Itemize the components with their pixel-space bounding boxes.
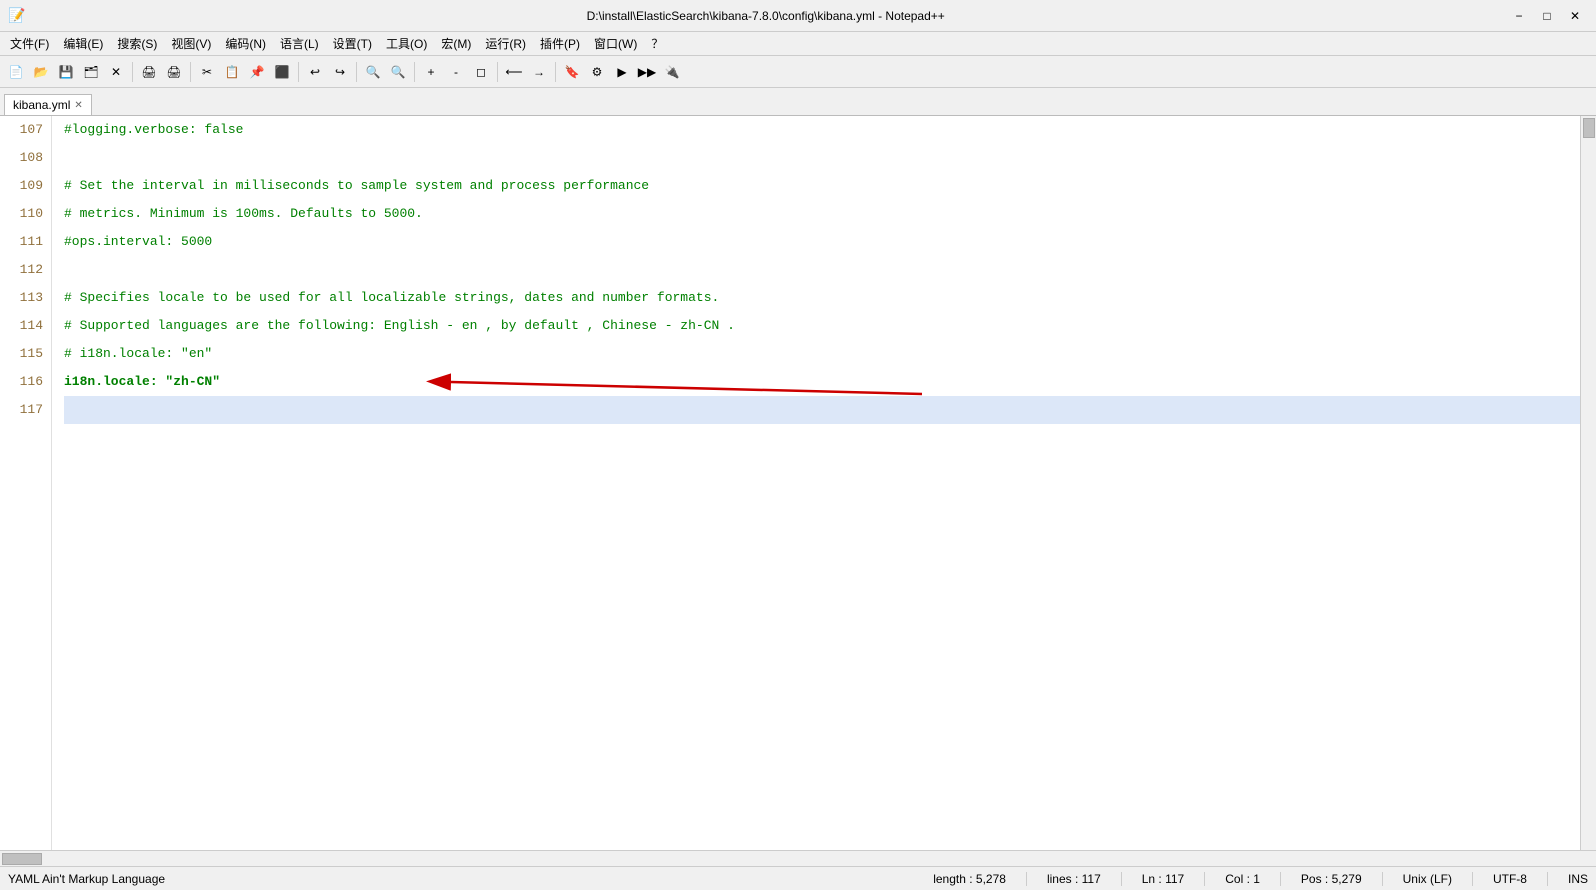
tab-bar: kibana.yml ✕: [0, 88, 1596, 116]
code-line: # Specifies locale to be used for all lo…: [64, 284, 1580, 312]
code-line: # Set the interval in milliseconds to sa…: [64, 172, 1580, 200]
menu-bar: 文件(F) 编辑(E) 搜索(S) 视图(V) 编码(N) 语言(L) 设置(T…: [0, 32, 1596, 56]
toolbar-print[interactable]: 🖨: [137, 60, 161, 84]
toolbar-indent[interactable]: →: [527, 60, 551, 84]
menu-encoding[interactable]: 编码(N): [219, 33, 272, 54]
toolbar-run2[interactable]: ▶▶: [635, 60, 659, 84]
code-line: [64, 396, 1580, 424]
menu-edit[interactable]: 编辑(E): [57, 33, 109, 54]
toolbar-find[interactable]: 🔍: [361, 60, 385, 84]
toolbar-zoom-out[interactable]: -: [444, 60, 468, 84]
line-number: 117: [4, 396, 43, 424]
code-line: [64, 144, 1580, 172]
code-line: [64, 256, 1580, 284]
toolbar-sep-6: [497, 62, 498, 82]
toolbar-print-now[interactable]: 🖨: [162, 60, 186, 84]
line-numbers: 107108109110111112113114115116117: [0, 116, 52, 850]
tab-close-button[interactable]: ✕: [74, 100, 82, 111]
toolbar-macros[interactable]: ⚙: [585, 60, 609, 84]
editor-area: 107108109110111112113114115116117 #loggi…: [0, 116, 1596, 850]
toolbar-sep-5: [414, 62, 415, 82]
code-line: #ops.interval: 5000: [64, 228, 1580, 256]
line-number: 111: [4, 228, 43, 256]
line-number: 108: [4, 144, 43, 172]
horizontal-scrollbar[interactable]: [0, 850, 1596, 866]
code-line: # i18n.locale: "en": [64, 340, 1580, 368]
toolbar: 📄 📂 💾 🗂 ✕ 🖨 🖨 ✂ 📋 📌 ⬛ ↩ ↪ 🔍 🔍 + - ◻ ⟵ → …: [0, 56, 1596, 88]
toolbar-save-all[interactable]: 🗂: [79, 60, 103, 84]
line-number: 116: [4, 368, 43, 396]
toolbar-bookmarks[interactable]: 🔖: [560, 60, 584, 84]
menu-window[interactable]: 窗口(W): [588, 33, 643, 54]
scrollbar-thumb[interactable]: [1583, 118, 1595, 138]
menu-help[interactable]: ？: [645, 33, 669, 54]
menu-plugins[interactable]: 插件(P): [534, 33, 586, 54]
line-number: 112: [4, 256, 43, 284]
code-line: # metrics. Minimum is 100ms. Defaults to…: [64, 200, 1580, 228]
line-number: 110: [4, 200, 43, 228]
title-bar: 📝 D:\install\ElasticSearch\kibana-7.8.0\…: [0, 0, 1596, 32]
status-bar: YAML Ain't Markup Language length : 5,27…: [0, 866, 1596, 890]
toolbar-select-all[interactable]: ⬛: [270, 60, 294, 84]
toolbar-redo[interactable]: ↪: [328, 60, 352, 84]
toolbar-plugin[interactable]: 🔌: [660, 60, 684, 84]
toolbar-wrap[interactable]: ⟵: [502, 60, 526, 84]
tab-label: kibana.yml: [13, 98, 70, 112]
line-number: 114: [4, 312, 43, 340]
toolbar-zoom-in[interactable]: +: [419, 60, 443, 84]
toolbar-run[interactable]: ▶: [610, 60, 634, 84]
toolbar-undo[interactable]: ↩: [303, 60, 327, 84]
code-area[interactable]: #logging.verbose: false # Set the interva…: [52, 116, 1580, 850]
minimize-button[interactable]: −: [1506, 4, 1532, 28]
code-line: #logging.verbose: false: [64, 116, 1580, 144]
menu-view[interactable]: 视图(V): [165, 33, 217, 54]
toolbar-sep-3: [298, 62, 299, 82]
maximize-button[interactable]: □: [1534, 4, 1560, 28]
scrollbar-h-thumb[interactable]: [2, 853, 42, 865]
toolbar-find-replace[interactable]: 🔍: [386, 60, 410, 84]
toolbar-new[interactable]: 📄: [4, 60, 28, 84]
title-bar-text: D:\install\ElasticSearch\kibana-7.8.0\co…: [25, 9, 1506, 23]
menu-macro[interactable]: 宏(M): [435, 33, 477, 54]
toolbar-save[interactable]: 💾: [54, 60, 78, 84]
toolbar-sep-4: [356, 62, 357, 82]
menu-settings[interactable]: 设置(T): [327, 33, 378, 54]
line-number: 113: [4, 284, 43, 312]
menu-language[interactable]: 语言(L): [274, 33, 325, 54]
line-number: 107: [4, 116, 43, 144]
window-icon: 📝: [8, 7, 25, 24]
menu-run[interactable]: 运行(R): [479, 33, 532, 54]
menu-file[interactable]: 文件(F): [4, 33, 55, 54]
code-line: # Supported languages are the following:…: [64, 312, 1580, 340]
toolbar-copy[interactable]: 📋: [220, 60, 244, 84]
vertical-scrollbar[interactable]: [1580, 116, 1596, 850]
line-number: 109: [4, 172, 43, 200]
code-line: i18n.locale: "zh-CN": [64, 368, 1580, 396]
toolbar-sep-1: [132, 62, 133, 82]
toolbar-open[interactable]: 📂: [29, 60, 53, 84]
title-bar-buttons: − □ ✕: [1506, 4, 1588, 28]
close-button[interactable]: ✕: [1562, 4, 1588, 28]
menu-search[interactable]: 搜索(S): [111, 33, 163, 54]
toolbar-paste[interactable]: 📌: [245, 60, 269, 84]
line-number: 115: [4, 340, 43, 368]
menu-tools[interactable]: 工具(O): [380, 33, 433, 54]
tab-kibana-yml[interactable]: kibana.yml ✕: [4, 94, 92, 115]
toolbar-close[interactable]: ✕: [104, 60, 128, 84]
toolbar-restore-zoom[interactable]: ◻: [469, 60, 493, 84]
toolbar-sep-2: [190, 62, 191, 82]
toolbar-sep-7: [555, 62, 556, 82]
toolbar-cut[interactable]: ✂: [195, 60, 219, 84]
